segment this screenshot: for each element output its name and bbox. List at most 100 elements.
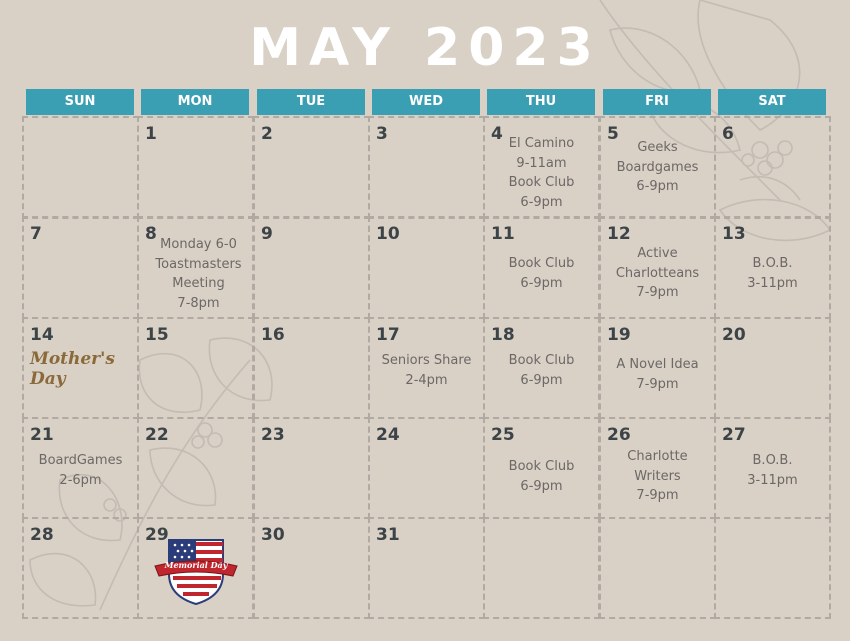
empty-day-cell[interactable] [599, 517, 716, 619]
day-cell-31[interactable]: 31 [368, 517, 485, 619]
event-line: 6-9pm [520, 275, 563, 291]
day-cell-5[interactable]: 5 Geeks Boardgames 6-9pm [599, 116, 716, 219]
day-cell-30[interactable]: 30 [253, 517, 370, 619]
day-number: 20 [722, 325, 746, 345]
event-line: El Camino [508, 136, 575, 151]
event-text: B.O.B. 3-11pm [716, 451, 829, 490]
event-text: B.O.B. 3-11pm [716, 254, 829, 293]
day-cell-19[interactable]: 19 A Novel Idea 7-9pm [599, 317, 716, 419]
day-number: 12 [607, 224, 631, 244]
day-number: 27 [722, 425, 746, 445]
day-cell-26[interactable]: 26 Charlotte Writers 7-9pm [599, 417, 716, 519]
day-cell-28[interactable]: 28 [22, 517, 139, 619]
day-cell-25[interactable]: 25 Book Club 6-9pm [483, 417, 600, 519]
day-cell-27[interactable]: 27 B.O.B. 3-11pm [714, 417, 831, 519]
day-number: 11 [491, 224, 515, 244]
day-number: 15 [145, 325, 169, 345]
event-line: Meeting [172, 276, 225, 291]
event-line: Writers [634, 468, 681, 484]
day-cell-6[interactable]: 6 [714, 116, 831, 219]
event-line: Book Club [508, 459, 575, 474]
event-text: Geeks Boardgames 6-9pm [601, 138, 714, 197]
event-line: Book Club [508, 256, 575, 271]
event-line: 7-9pm [636, 488, 679, 503]
day-number: 3 [376, 124, 388, 144]
day-cell-20[interactable]: 20 [714, 317, 831, 419]
day-number: 19 [607, 325, 631, 345]
day-number: 28 [30, 525, 54, 545]
weekday-header-wed: WED [372, 89, 480, 115]
day-number: 6 [722, 124, 734, 144]
event-text: A Novel Idea 7-9pm [601, 355, 714, 394]
day-cell-24[interactable]: 24 [368, 417, 485, 519]
event-line: Monday 6-0 [160, 237, 237, 252]
day-cell-17[interactable]: 17 Seniors Share 2-4pm [368, 317, 485, 419]
day-cell-21[interactable]: 21 BoardGames 2-6pm [22, 417, 139, 519]
day-cell-22[interactable]: 22 [137, 417, 254, 519]
event-line: 7-8pm [177, 295, 220, 311]
mothers-day-badge: Mother's Day [30, 349, 115, 389]
event-text: Book Club 6-9pm [485, 351, 598, 390]
day-number: 18 [491, 325, 515, 345]
day-cell-12[interactable]: 12 Active Charlotteans 7-9pm [599, 216, 716, 319]
flag-shield-icon [154, 539, 238, 606]
event-text: Book Club 6-9pm [485, 457, 598, 496]
day-cell-9[interactable]: 9 [253, 216, 370, 319]
event-line: 6-9pm [520, 478, 563, 494]
day-cell-18[interactable]: 18 Book Club 6-9pm [483, 317, 600, 419]
event-line: 9-11am [516, 155, 567, 171]
event-text: Active Charlotteans 7-9pm [601, 244, 714, 303]
event-text: Monday 6-0 Toastmasters Meeting 7-8pm [145, 235, 252, 313]
day-number: 23 [261, 425, 285, 445]
event-text: Seniors Share 2-4pm [370, 351, 483, 390]
event-text: BoardGames 2-6pm [24, 451, 137, 490]
month-title: MAY 2023 [249, 18, 601, 78]
weekday-header-tue: TUE [257, 89, 365, 115]
day-cell-4[interactable]: 4 El Camino 9-11am Book Club 6-9pm [483, 116, 600, 219]
event-line: 3-11pm [747, 472, 798, 488]
day-number: 30 [261, 525, 285, 545]
weekday-header-sat: SAT [718, 89, 826, 115]
event-line: 3-11pm [747, 275, 798, 291]
day-number: 31 [376, 525, 400, 545]
day-cell-2[interactable]: 2 [253, 116, 370, 219]
day-cell-11[interactable]: 11 Book Club 6-9pm [483, 216, 600, 319]
weekday-header-thu: THU [487, 89, 595, 115]
day-number: 21 [30, 425, 54, 445]
day-number: 9 [261, 224, 273, 244]
day-number: 2 [261, 124, 273, 144]
event-line: Active [637, 246, 678, 261]
event-line: 6-9pm [636, 179, 679, 194]
day-cell-16[interactable]: 16 [253, 317, 370, 419]
day-cell-8[interactable]: 8 Monday 6-0 Toastmasters Meeting 7-8pm [137, 216, 254, 319]
weekday-header-fri: FRI [603, 89, 711, 115]
day-number: 1 [145, 124, 157, 144]
day-number: 10 [376, 224, 400, 244]
event-text: Charlotte Writers 7-9pm [601, 447, 714, 506]
day-cell-14[interactable]: 14 Mother's Day [22, 317, 139, 419]
day-cell-3[interactable]: 3 [368, 116, 485, 219]
event-line: B.O.B. [752, 256, 793, 271]
empty-day-cell[interactable] [22, 116, 139, 219]
event-text: El Camino 9-11am Book Club 6-9pm [485, 134, 598, 212]
day-cell-13[interactable]: 13 B.O.B. 3-11pm [714, 216, 831, 319]
day-number: 14 [30, 325, 54, 345]
day-number: 17 [376, 325, 400, 345]
event-line: BoardGames [38, 453, 123, 468]
day-cell-23[interactable]: 23 [253, 417, 370, 519]
event-line: 2-4pm [405, 372, 448, 388]
memorial-day-badge: Memorial Day [153, 534, 239, 610]
empty-day-cell[interactable] [483, 517, 600, 619]
day-cell-29[interactable]: 29 Memorial Day [137, 517, 254, 619]
day-cell-7[interactable]: 7 [22, 216, 139, 319]
event-line: Seniors Share [381, 353, 472, 368]
day-number: 7 [30, 224, 42, 244]
day-number: 24 [376, 425, 400, 445]
weekday-header-mon: MON [141, 89, 249, 115]
day-cell-1[interactable]: 1 [137, 116, 254, 219]
day-cell-10[interactable]: 10 [368, 216, 485, 319]
event-line: Book Club [508, 175, 575, 190]
empty-day-cell[interactable] [714, 517, 831, 619]
day-cell-15[interactable]: 15 [137, 317, 254, 419]
event-line: Toastmasters [155, 256, 242, 272]
